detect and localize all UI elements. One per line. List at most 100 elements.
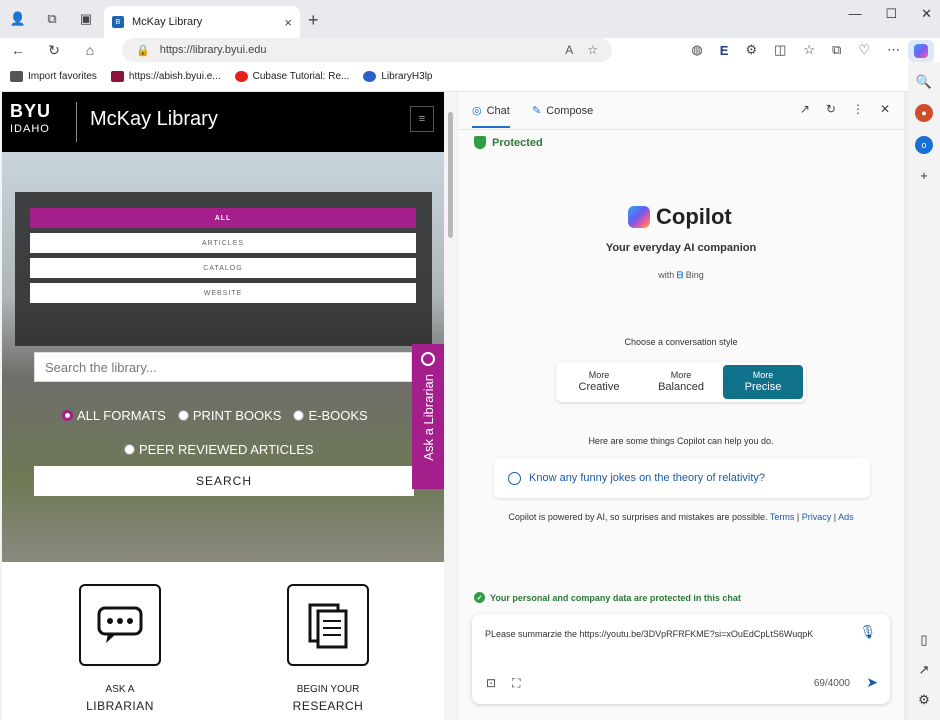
browser-tab[interactable]: B McKay Library ×	[104, 6, 300, 38]
url-text[interactable]: https://library.byui.edu	[160, 44, 267, 56]
favorite-item[interactable]: Cubase Tutorial: Re...	[234, 71, 350, 82]
tab-label: Compose	[546, 104, 594, 117]
shield-icon	[474, 136, 486, 149]
radio-all-formats[interactable]: ALL FORMATS	[62, 408, 166, 423]
search-tab-all[interactable]: ALL	[30, 208, 416, 228]
radio-e-books[interactable]: E-BOOKS	[293, 408, 368, 423]
suggestion-card[interactable]: Know any funny jokes on the theory of re…	[494, 458, 870, 498]
search-button[interactable]: SEARCH	[34, 466, 414, 496]
copilot-brand: Copilot	[628, 204, 732, 230]
copilot-title: Copilot	[656, 204, 732, 229]
extension-e-icon[interactable]: E	[720, 43, 729, 58]
privacy-note: ✓ Your personal and company data are pro…	[474, 592, 741, 603]
new-tab-button[interactable]: +	[308, 10, 319, 31]
screenshot-icon[interactable]: ⛶	[512, 676, 520, 691]
ads-link[interactable]: Ads	[838, 512, 854, 522]
search-icon[interactable]: 🔍	[916, 74, 932, 90]
tab-compose[interactable]: ✎ Compose	[532, 104, 594, 118]
page-scrollbar[interactable]	[446, 92, 456, 720]
split-screen-icon[interactable]: ◫	[774, 42, 786, 58]
protected-badge: Protected	[474, 136, 543, 149]
browser-essentials-icon[interactable]: ♡	[858, 42, 870, 58]
import-icon	[10, 71, 23, 82]
copilot-scrollbar[interactable]	[904, 92, 908, 720]
compose-icon: ✎	[532, 105, 542, 117]
tab-close-icon[interactable]: ×	[284, 15, 292, 30]
radio-print-books[interactable]: PRINT BOOKS	[177, 408, 282, 423]
collections-icon[interactable]: ⧉	[832, 42, 841, 58]
search-tab-catalog[interactable]: CATALOG	[30, 258, 416, 278]
more-options-icon[interactable]: ⋮	[852, 102, 864, 116]
search-tab-articles[interactable]: ARTICLES	[30, 233, 416, 253]
site-header: BYU IDAHO McKay Library ≡	[2, 92, 444, 152]
byui-favicon-icon	[110, 71, 124, 82]
chat-input-box[interactable]: PLease summarzie the https://youtu.be/3D…	[472, 614, 890, 704]
add-icon[interactable]: +	[920, 168, 928, 183]
lock-icon[interactable]: 🔒	[136, 44, 150, 57]
style-top: More	[752, 370, 774, 380]
favorites-icon[interactable]: ☆	[803, 42, 815, 58]
extension-icon[interactable]: ◍	[691, 42, 702, 58]
style-creative[interactable]: More Creative	[559, 365, 639, 399]
home-icon[interactable]: ⌂	[72, 42, 108, 58]
microphone-icon[interactable]: 🎙	[859, 624, 876, 640]
radio-label: PRINT BOOKS	[192, 408, 282, 423]
style-bottom: Precise	[744, 381, 782, 393]
radio-peer-reviewed[interactable]: PEER REVIEWED ARTICLES	[124, 442, 314, 457]
send-icon[interactable]: ➤	[866, 674, 878, 691]
style-balanced[interactable]: More Balanced	[641, 365, 721, 399]
close-icon[interactable]: ✕	[880, 102, 890, 116]
search-tab-website[interactable]: WEBSITE	[30, 283, 416, 303]
refresh-icon[interactable]: ↻	[36, 42, 72, 59]
powered-text: Copilot is powered by AI, so surprises a…	[508, 512, 768, 522]
help-text: Here are some things Copilot can help yo…	[588, 436, 774, 446]
minimize-button[interactable]: —	[848, 6, 861, 22]
terms-link[interactable]: Terms	[770, 512, 795, 522]
style-precise[interactable]: More Precise	[723, 365, 803, 399]
favorite-label: Cubase Tutorial: Re...	[252, 71, 350, 82]
office-icon[interactable]: ●	[915, 104, 933, 122]
chat-input[interactable]: PLease summarzie the https://youtu.be/3D…	[485, 626, 845, 643]
tile-ask-librarian[interactable]: ASK A LIBRARIAN	[79, 584, 161, 713]
external-link-icon[interactable]: ↗	[919, 662, 930, 678]
favorite-item[interactable]: https://abish.byui.e...	[110, 71, 221, 82]
site-name[interactable]: McKay Library	[90, 108, 218, 131]
read-aloud-icon[interactable]: A	[565, 43, 573, 57]
image-upload-icon[interactable]: ⊡	[486, 676, 496, 691]
tab-actions-icon[interactable]: ▣	[76, 9, 96, 29]
byui-logo[interactable]: BYU IDAHO	[10, 102, 51, 138]
close-window-button[interactable]: ✕	[921, 6, 932, 22]
profile-icon[interactable]: 👤	[8, 9, 28, 29]
settings-icon[interactable]: ⚙	[918, 692, 930, 708]
copilot-header: ◎ Chat ✎ Compose ↗ ↻ ⋮ ✕	[458, 92, 904, 130]
more-menu-icon[interactable]: ⋯	[887, 42, 900, 58]
address-bar[interactable]: 🔒 https://library.byui.edu A ☆	[122, 38, 612, 62]
style-prompt: Choose a conversation style	[624, 337, 738, 347]
extensions-icon[interactable]: ⚙	[745, 42, 757, 58]
menu-icon[interactable]: ≡	[410, 106, 434, 132]
copilot-toolbar-button[interactable]	[908, 40, 934, 62]
maximize-button[interactable]: ☐	[885, 6, 897, 22]
favorite-star-icon[interactable]: ☆	[587, 43, 598, 57]
ask-librarian-tab[interactable]: Ask a Librarian	[412, 344, 444, 489]
copilot-actions: ↗ ↻ ⋮ ✕	[800, 102, 890, 116]
outlook-icon[interactable]: o	[915, 136, 933, 154]
scrollbar-thumb[interactable]	[448, 112, 453, 238]
favorite-item[interactable]: LibraryH3lp	[363, 71, 433, 82]
tab-chat[interactable]: ◎ Chat	[472, 104, 510, 128]
chat-bubble-icon	[421, 352, 435, 366]
ask-librarian-label: Ask a Librarian	[420, 374, 436, 461]
refresh-icon[interactable]: ↻	[826, 102, 836, 116]
documents-icon	[287, 584, 369, 666]
favorite-item[interactable]: Import favorites	[10, 71, 97, 82]
tile-label-bottom: LIBRARIAN	[86, 699, 154, 713]
workspaces-icon[interactable]: ⧉	[42, 9, 62, 29]
back-icon[interactable]: ←	[0, 42, 36, 58]
tab-title: McKay Library	[132, 16, 203, 28]
sidebar-panel-icon[interactable]: ▯	[920, 632, 927, 648]
tile-begin-research[interactable]: BEGIN YOUR RESEARCH	[287, 584, 369, 713]
chat-icon	[79, 584, 161, 666]
library-search-input[interactable]: Search the library...	[34, 352, 412, 382]
open-in-new-icon[interactable]: ↗	[800, 102, 810, 116]
privacy-link[interactable]: Privacy	[802, 512, 832, 522]
